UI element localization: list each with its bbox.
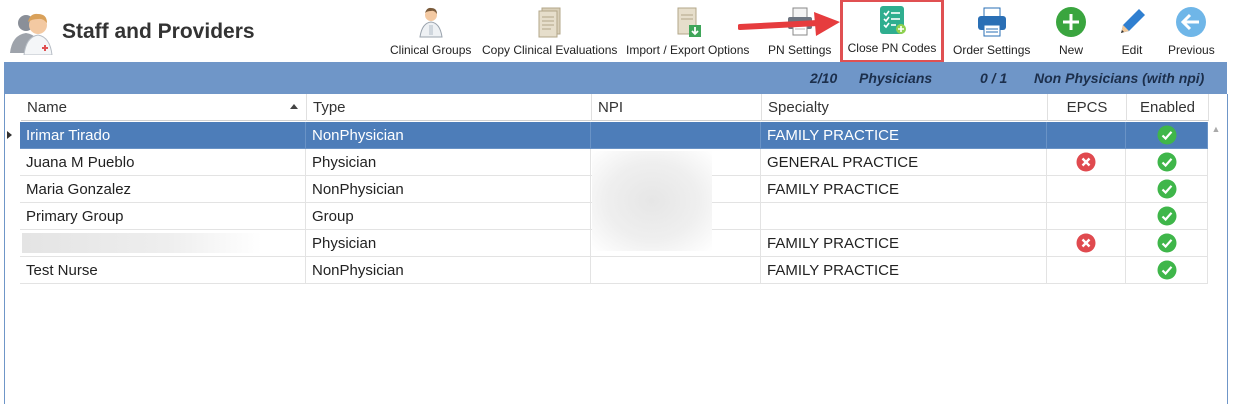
cell-type[interactable]: NonPhysician bbox=[306, 176, 591, 203]
cell-enabled[interactable] bbox=[1126, 176, 1208, 203]
cell-name[interactable]: Irimar Tirado bbox=[20, 122, 306, 149]
sort-ascending-icon bbox=[290, 104, 298, 109]
copy-clinical-evaluations-button[interactable]: Copy Clinical Evaluations bbox=[482, 4, 617, 60]
physicians-label: Physicians bbox=[859, 70, 933, 86]
cell-name[interactable]: Test Nurse bbox=[20, 257, 306, 284]
cell-specialty[interactable]: FAMILY PRACTICE bbox=[761, 176, 1047, 203]
non-physicians-count: 0 / 1 bbox=[980, 70, 1008, 86]
cell-enabled[interactable] bbox=[1126, 230, 1208, 257]
check-circle-icon bbox=[1157, 233, 1176, 253]
redacted-npi-area bbox=[592, 151, 712, 251]
cell-name[interactable]: Juana M Pueblo bbox=[20, 149, 306, 176]
printer-icon bbox=[974, 4, 1010, 40]
cell-epcs[interactable] bbox=[1047, 230, 1126, 257]
clinical-groups-button[interactable]: Clinical Groups bbox=[390, 4, 471, 60]
staff-providers-icon bbox=[6, 9, 58, 56]
summary-bar: 2/10 Physicians 0 / 1 Non Physicians (wi… bbox=[4, 62, 1227, 95]
cell-specialty[interactable]: GENERAL PRACTICE bbox=[761, 149, 1047, 176]
x-circle-icon bbox=[1076, 233, 1096, 253]
cell-specialty[interactable] bbox=[761, 203, 1047, 230]
cell-name[interactable]: Maria Gonzalez bbox=[20, 176, 306, 203]
header: Staff and Providers Clinical Groups Copy… bbox=[0, 0, 1233, 63]
column-header-specialty[interactable]: Specialty bbox=[762, 94, 1048, 121]
redacted-name-area bbox=[22, 233, 262, 253]
edit-button[interactable]: Edit bbox=[1114, 4, 1150, 60]
import-export-options-button[interactable]: Import / Export Options bbox=[626, 4, 749, 60]
cell-type[interactable]: Physician bbox=[306, 149, 591, 176]
cell-type[interactable]: Group bbox=[306, 203, 591, 230]
physicians-count: 2/10 bbox=[810, 70, 838, 86]
scroll-up-icon[interactable]: ▲ bbox=[1210, 124, 1222, 136]
cell-type[interactable]: Physician bbox=[306, 230, 591, 257]
check-circle-icon bbox=[1157, 152, 1176, 172]
check-circle-icon bbox=[1157, 260, 1176, 280]
cell-enabled[interactable] bbox=[1126, 257, 1208, 284]
cell-epcs[interactable] bbox=[1047, 149, 1126, 176]
table-row[interactable]: Test Nurse NonPhysician FAMILY PRACTICE bbox=[16, 257, 1208, 284]
cell-epcs[interactable] bbox=[1047, 122, 1126, 149]
page-title: Staff and Providers bbox=[62, 20, 255, 43]
cell-type[interactable]: NonPhysician bbox=[306, 257, 591, 284]
red-arrow-icon bbox=[738, 12, 840, 36]
previous-button[interactable]: Previous bbox=[1168, 4, 1215, 60]
column-header-enabled[interactable]: Enabled bbox=[1127, 94, 1209, 121]
column-header-name[interactable]: Name bbox=[21, 94, 307, 121]
cell-enabled[interactable] bbox=[1126, 203, 1208, 230]
cell-npi[interactable] bbox=[591, 257, 761, 284]
cell-epcs[interactable] bbox=[1047, 257, 1126, 284]
cell-epcs[interactable] bbox=[1047, 176, 1126, 203]
cell-name[interactable]: Primary Group bbox=[20, 203, 306, 230]
check-circle-icon bbox=[1157, 179, 1176, 199]
cell-specialty[interactable]: FAMILY PRACTICE bbox=[761, 257, 1047, 284]
column-header-type[interactable]: Type bbox=[307, 94, 592, 121]
plus-circle-icon bbox=[1053, 4, 1089, 40]
cell-npi[interactable] bbox=[591, 122, 761, 149]
x-circle-icon bbox=[1076, 152, 1096, 172]
table-row[interactable]: Irimar Tirado NonPhysician FAMILY PRACTICE bbox=[16, 122, 1208, 149]
back-arrow-icon bbox=[1173, 4, 1209, 40]
check-circle-icon bbox=[1157, 125, 1176, 145]
cell-specialty[interactable]: FAMILY PRACTICE bbox=[761, 230, 1047, 257]
cell-enabled[interactable] bbox=[1126, 149, 1208, 176]
import-export-icon bbox=[670, 4, 706, 40]
cell-epcs[interactable] bbox=[1047, 203, 1126, 230]
column-header-epcs[interactable]: EPCS bbox=[1048, 94, 1127, 121]
cell-type[interactable]: NonPhysician bbox=[306, 122, 591, 149]
row-pointer-icon bbox=[7, 131, 12, 139]
cell-enabled[interactable] bbox=[1126, 122, 1208, 149]
pencil-icon bbox=[1114, 4, 1150, 40]
clinical-groups-icon bbox=[413, 4, 449, 40]
cell-specialty[interactable]: FAMILY PRACTICE bbox=[761, 122, 1047, 149]
check-circle-icon bbox=[1157, 206, 1176, 226]
new-button[interactable]: New bbox=[1053, 4, 1089, 60]
close-pn-codes-button[interactable]: Close PN Codes bbox=[840, 0, 944, 63]
order-settings-button[interactable]: Order Settings bbox=[953, 4, 1030, 60]
non-physicians-label: Non Physicians (with npi) bbox=[1034, 70, 1205, 86]
column-header-npi[interactable]: NPI bbox=[592, 94, 762, 121]
copy-document-icon bbox=[532, 4, 568, 40]
checklist-icon bbox=[874, 2, 910, 38]
